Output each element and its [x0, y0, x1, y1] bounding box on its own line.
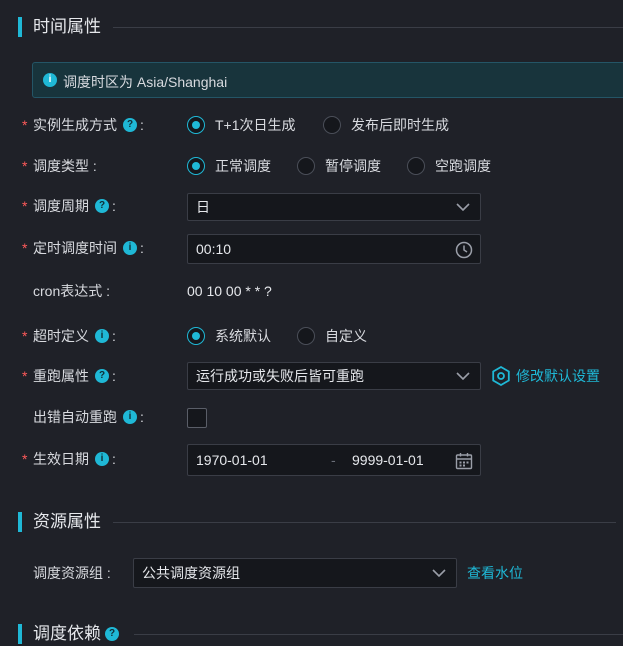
radio-indicator[interactable]	[297, 157, 315, 176]
section-time-properties: 时间属性	[0, 15, 623, 39]
row-schedule-time: * 定时调度时间 i: 00:10	[0, 233, 623, 264]
radio-normal-schedule[interactable]: 正常调度	[187, 156, 271, 176]
required-mark: *	[22, 240, 28, 256]
info-circle-icon[interactable]: i	[123, 241, 137, 256]
radio-indicator[interactable]	[407, 157, 425, 176]
section-accent-bar	[18, 624, 22, 644]
field-label: 调度周期?:	[33, 198, 116, 214]
chevron-down-icon	[456, 203, 470, 211]
row-effective-date: * 生效日期 i: 1970-01-01 - 9999-01-01	[0, 444, 623, 476]
schedule-cycle-select[interactable]: 日	[187, 193, 481, 221]
section-accent-bar	[18, 512, 22, 532]
gear-icon[interactable]	[491, 366, 511, 386]
section-title: 时间属性	[33, 17, 101, 36]
field-label: 重跑属性?:	[33, 368, 116, 384]
question-circle-icon[interactable]: ?	[95, 199, 109, 214]
cron-value: 00 10 00 * * ?	[187, 283, 272, 299]
radio-custom[interactable]: 自定义	[297, 326, 367, 346]
effective-date-range-picker[interactable]: 1970-01-01 - 9999-01-01	[187, 444, 481, 476]
row-cron-expression: cron表达式 : 00 10 00 * * ?	[0, 276, 623, 306]
row-schedule-type: * 调度类型 : 正常调度 暂停调度 空跑调度	[0, 151, 623, 181]
required-mark: *	[22, 198, 28, 214]
row-schedule-cycle: * 调度周期?: 日	[0, 191, 623, 221]
radio-t-plus-1[interactable]: T+1次日生成	[187, 115, 296, 135]
required-mark: *	[22, 451, 28, 467]
start-date[interactable]: 1970-01-01	[196, 452, 268, 468]
info-circle-icon: i	[43, 73, 57, 87]
section-schedule-dependency: 调度依赖?	[0, 622, 623, 646]
radio-system-default[interactable]: 系统默认	[187, 326, 271, 346]
modify-default-settings-link[interactable]: 修改默认设置	[516, 361, 600, 391]
section-accent-bar	[18, 17, 22, 37]
chevron-down-icon	[456, 372, 470, 380]
auto-rerun-checkbox[interactable]	[187, 408, 207, 428]
radio-pause-schedule[interactable]: 暂停调度	[297, 156, 381, 176]
timezone-info-banner: i 调度时区为 Asia/Shanghai	[32, 62, 623, 98]
question-circle-icon[interactable]: ?	[123, 118, 137, 133]
field-label: 超时定义 i:	[33, 328, 116, 344]
section-title: 资源属性	[33, 512, 101, 531]
info-circle-icon[interactable]: i	[95, 329, 109, 344]
radio-indicator-selected[interactable]	[187, 157, 205, 176]
field-label: 生效日期 i:	[33, 451, 116, 467]
radio-immediate-after-publish[interactable]: 发布后即时生成	[323, 115, 449, 135]
resource-group-select[interactable]: 公共调度资源组	[133, 558, 457, 588]
required-mark: *	[22, 117, 28, 133]
field-label: 调度资源组 :	[33, 565, 111, 581]
field-label: 出错自动重跑 i:	[33, 409, 144, 425]
field-label: cron表达式 :	[33, 283, 111, 299]
section-divider	[113, 522, 616, 523]
required-mark: *	[22, 158, 28, 174]
required-mark: *	[22, 368, 28, 384]
date-separator: -	[331, 452, 336, 468]
radio-dry-run-schedule[interactable]: 空跑调度	[407, 156, 491, 176]
section-title: 调度依赖?	[33, 622, 122, 646]
schedule-time-picker[interactable]: 00:10	[187, 234, 481, 264]
section-divider	[134, 634, 623, 635]
row-rerun-property: * 重跑属性?: 运行成功或失败后皆可重跑 修改默认设置	[0, 361, 623, 391]
calendar-icon[interactable]	[455, 452, 473, 470]
field-label: 实例生成方式?:	[33, 117, 144, 133]
row-schedule-resource-group: 调度资源组 : 公共调度资源组 查看水位	[0, 558, 623, 588]
chevron-down-icon	[432, 569, 446, 577]
section-divider	[113, 27, 623, 28]
field-label: 调度类型 :	[33, 158, 97, 174]
required-mark: *	[22, 328, 28, 344]
field-label: 定时调度时间 i:	[33, 240, 144, 256]
section-resource-properties: 资源属性	[0, 510, 623, 534]
radio-indicator-selected[interactable]	[187, 116, 205, 135]
radio-indicator[interactable]	[323, 116, 341, 135]
radio-indicator[interactable]	[297, 327, 315, 346]
view-water-level-link[interactable]: 查看水位	[467, 558, 523, 588]
info-banner-text: 调度时区为 Asia/Shanghai	[63, 74, 228, 90]
row-auto-rerun-on-error: 出错自动重跑 i:	[0, 402, 623, 432]
question-circle-icon[interactable]: ?	[105, 626, 119, 641]
row-timeout-definition: * 超时定义 i: 系统默认 自定义	[0, 321, 623, 351]
info-circle-icon[interactable]: i	[95, 452, 109, 467]
radio-indicator-selected[interactable]	[187, 327, 205, 346]
end-date[interactable]: 9999-01-01	[352, 445, 424, 475]
question-circle-icon[interactable]: ?	[95, 369, 109, 384]
info-circle-icon[interactable]: i	[123, 410, 137, 425]
clock-icon[interactable]	[455, 241, 473, 259]
rerun-property-select[interactable]: 运行成功或失败后皆可重跑	[187, 362, 481, 390]
row-instance-generation: * 实例生成方式?: T+1次日生成 发布后即时生成	[0, 110, 623, 140]
